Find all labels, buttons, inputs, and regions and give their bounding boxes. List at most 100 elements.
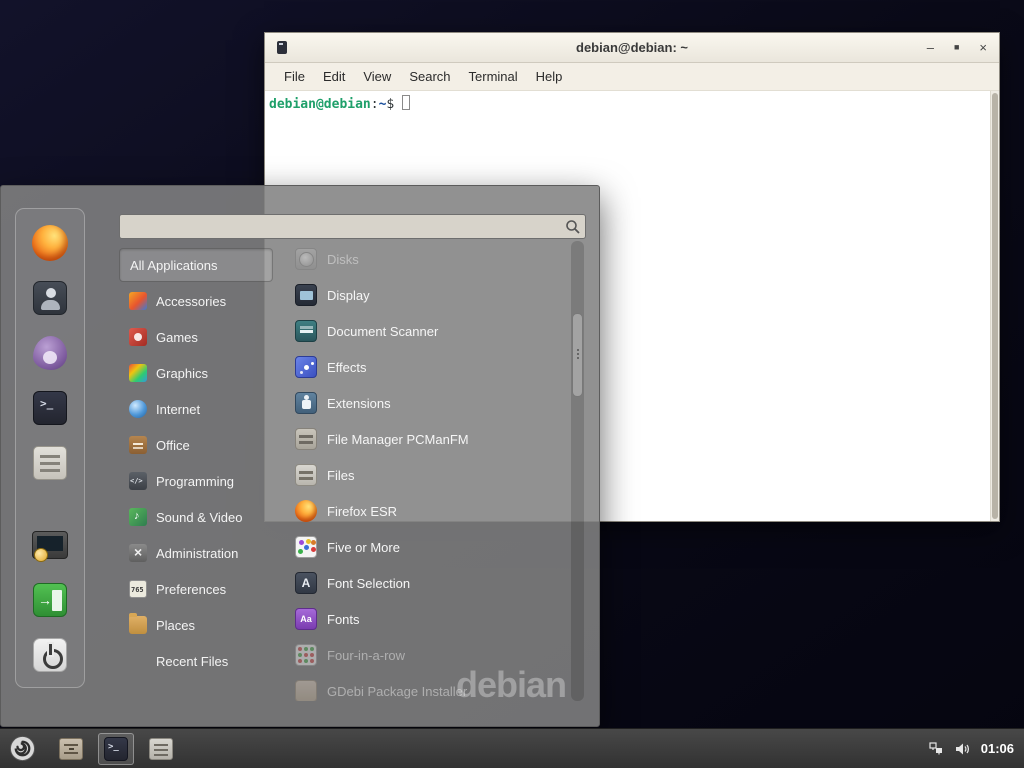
app-list-scrollbar[interactable] bbox=[571, 241, 584, 701]
internet-globe-icon bbox=[129, 400, 147, 418]
terminal-titlebar[interactable]: debian@debian: ~ – ■ × bbox=[265, 33, 999, 63]
lock-screen-icon bbox=[32, 531, 68, 559]
app-label: Extensions bbox=[327, 396, 391, 411]
menu-button[interactable] bbox=[0, 729, 44, 768]
app-extensions[interactable]: Extensions bbox=[283, 385, 567, 421]
category-programming[interactable]: Programming bbox=[119, 464, 273, 498]
favorite-pidgin[interactable] bbox=[32, 335, 68, 371]
category-administration[interactable]: Administration bbox=[119, 536, 273, 570]
favorite-terminal[interactable] bbox=[32, 390, 68, 426]
app-five-or-more[interactable]: Five or More bbox=[283, 529, 567, 565]
app-fonts[interactable]: Fonts bbox=[283, 601, 567, 637]
category-label: Accessories bbox=[156, 294, 226, 309]
taskbar-files[interactable] bbox=[143, 733, 179, 765]
app-label: Font Selection bbox=[327, 576, 410, 591]
terminal-cursor bbox=[402, 95, 410, 110]
terminal-title: debian@debian: ~ bbox=[265, 40, 999, 55]
archive-icon bbox=[33, 446, 67, 480]
app-document-scanner[interactable]: Document Scanner bbox=[283, 313, 567, 349]
search-input[interactable] bbox=[119, 214, 586, 239]
shut-down-button[interactable] bbox=[32, 637, 68, 673]
volume-icon[interactable] bbox=[955, 742, 970, 756]
menu-terminal[interactable]: Terminal bbox=[460, 69, 527, 84]
lock-screen-button[interactable] bbox=[32, 527, 68, 563]
category-label: Recent Files bbox=[156, 654, 228, 669]
category-recent-files[interactable]: Recent Files bbox=[119, 644, 273, 678]
taskbar-terminal[interactable] bbox=[98, 733, 134, 765]
games-icon bbox=[129, 328, 147, 346]
menu-edit[interactable]: Edit bbox=[314, 69, 354, 84]
app-font-selection[interactable]: Font Selection bbox=[283, 565, 567, 601]
app-label: Four-in-a-row bbox=[327, 648, 405, 663]
menu-view[interactable]: View bbox=[354, 69, 400, 84]
firefox-icon bbox=[295, 500, 317, 522]
system-tray: 01:06 bbox=[929, 741, 1024, 756]
category-graphics[interactable]: Graphics bbox=[119, 356, 273, 390]
accessories-icon bbox=[129, 292, 147, 310]
app-disks[interactable]: Disks bbox=[283, 241, 567, 277]
fonts-icon bbox=[295, 608, 317, 630]
app-file-manager-pcmanfm[interactable]: File Manager PCManFM bbox=[283, 421, 567, 457]
scrollbar-thumb[interactable] bbox=[572, 313, 583, 397]
debian-swirl-icon bbox=[9, 735, 36, 762]
minimize-button[interactable]: – bbox=[927, 41, 934, 54]
files-icon bbox=[295, 464, 317, 486]
office-icon bbox=[129, 436, 147, 454]
app-display[interactable]: Display bbox=[283, 277, 567, 313]
app-label: Fonts bbox=[327, 612, 360, 627]
favorite-archive[interactable] bbox=[32, 445, 68, 481]
category-office[interactable]: Office bbox=[119, 428, 273, 462]
pidgin-icon bbox=[33, 336, 67, 370]
sound-video-icon bbox=[129, 508, 147, 526]
terminal-scrollbar-thumb[interactable] bbox=[992, 93, 998, 519]
document-scanner-icon bbox=[295, 320, 317, 342]
app-firefox-esr[interactable]: Firefox ESR bbox=[283, 493, 567, 529]
users-icon bbox=[33, 281, 67, 315]
app-label: Effects bbox=[327, 360, 367, 375]
file-manager-icon bbox=[295, 428, 317, 450]
terminal-icon bbox=[104, 737, 128, 761]
maximize-button[interactable]: ■ bbox=[954, 41, 959, 54]
shut-down-icon bbox=[33, 638, 67, 672]
app-effects[interactable]: Effects bbox=[283, 349, 567, 385]
app-label: GDebi Package Installer bbox=[327, 684, 467, 699]
programming-icon bbox=[129, 472, 147, 490]
disks-icon bbox=[295, 248, 317, 270]
menu-help[interactable]: Help bbox=[527, 69, 572, 84]
clock[interactable]: 01:06 bbox=[981, 741, 1014, 756]
category-sound-video[interactable]: Sound & Video bbox=[119, 500, 273, 534]
close-button[interactable]: × bbox=[979, 41, 987, 54]
category-games[interactable]: Games bbox=[119, 320, 273, 354]
preferences-icon bbox=[129, 580, 147, 598]
app-label: Five or More bbox=[327, 540, 400, 555]
prompt-dollar: $ bbox=[386, 97, 394, 112]
menu-search[interactable]: Search bbox=[400, 69, 459, 84]
category-internet[interactable]: Internet bbox=[119, 392, 273, 426]
app-list: Disks Display Document Scanner Effects E… bbox=[283, 241, 567, 701]
category-accessories[interactable]: Accessories bbox=[119, 284, 273, 318]
recent-files-icon bbox=[129, 652, 147, 670]
category-list: All Applications Accessories Games Graph… bbox=[119, 248, 273, 680]
favorite-users[interactable] bbox=[32, 280, 68, 316]
favorite-firefox[interactable] bbox=[32, 225, 68, 261]
network-icon[interactable] bbox=[929, 742, 944, 755]
app-label: Firefox ESR bbox=[327, 504, 397, 519]
places-folder-icon bbox=[129, 616, 147, 634]
terminal-scrollbar[interactable] bbox=[990, 91, 999, 521]
firefox-icon bbox=[32, 225, 68, 261]
category-all-applications[interactable]: All Applications bbox=[119, 248, 273, 282]
log-out-button[interactable] bbox=[32, 582, 68, 618]
category-places[interactable]: Places bbox=[119, 608, 273, 642]
app-label: Document Scanner bbox=[327, 324, 438, 339]
app-files[interactable]: Files bbox=[283, 457, 567, 493]
files-icon bbox=[149, 738, 173, 760]
terminal-menubar: File Edit View Search Terminal Help bbox=[265, 63, 999, 91]
taskbar: 01:06 bbox=[0, 728, 1024, 768]
app-label: Disks bbox=[327, 252, 359, 267]
category-label: All Applications bbox=[130, 258, 217, 273]
category-label: Administration bbox=[156, 546, 238, 561]
menu-file[interactable]: File bbox=[275, 69, 314, 84]
category-preferences[interactable]: Preferences bbox=[119, 572, 273, 606]
category-label: Preferences bbox=[156, 582, 226, 597]
taskbar-file-manager[interactable] bbox=[53, 733, 89, 765]
